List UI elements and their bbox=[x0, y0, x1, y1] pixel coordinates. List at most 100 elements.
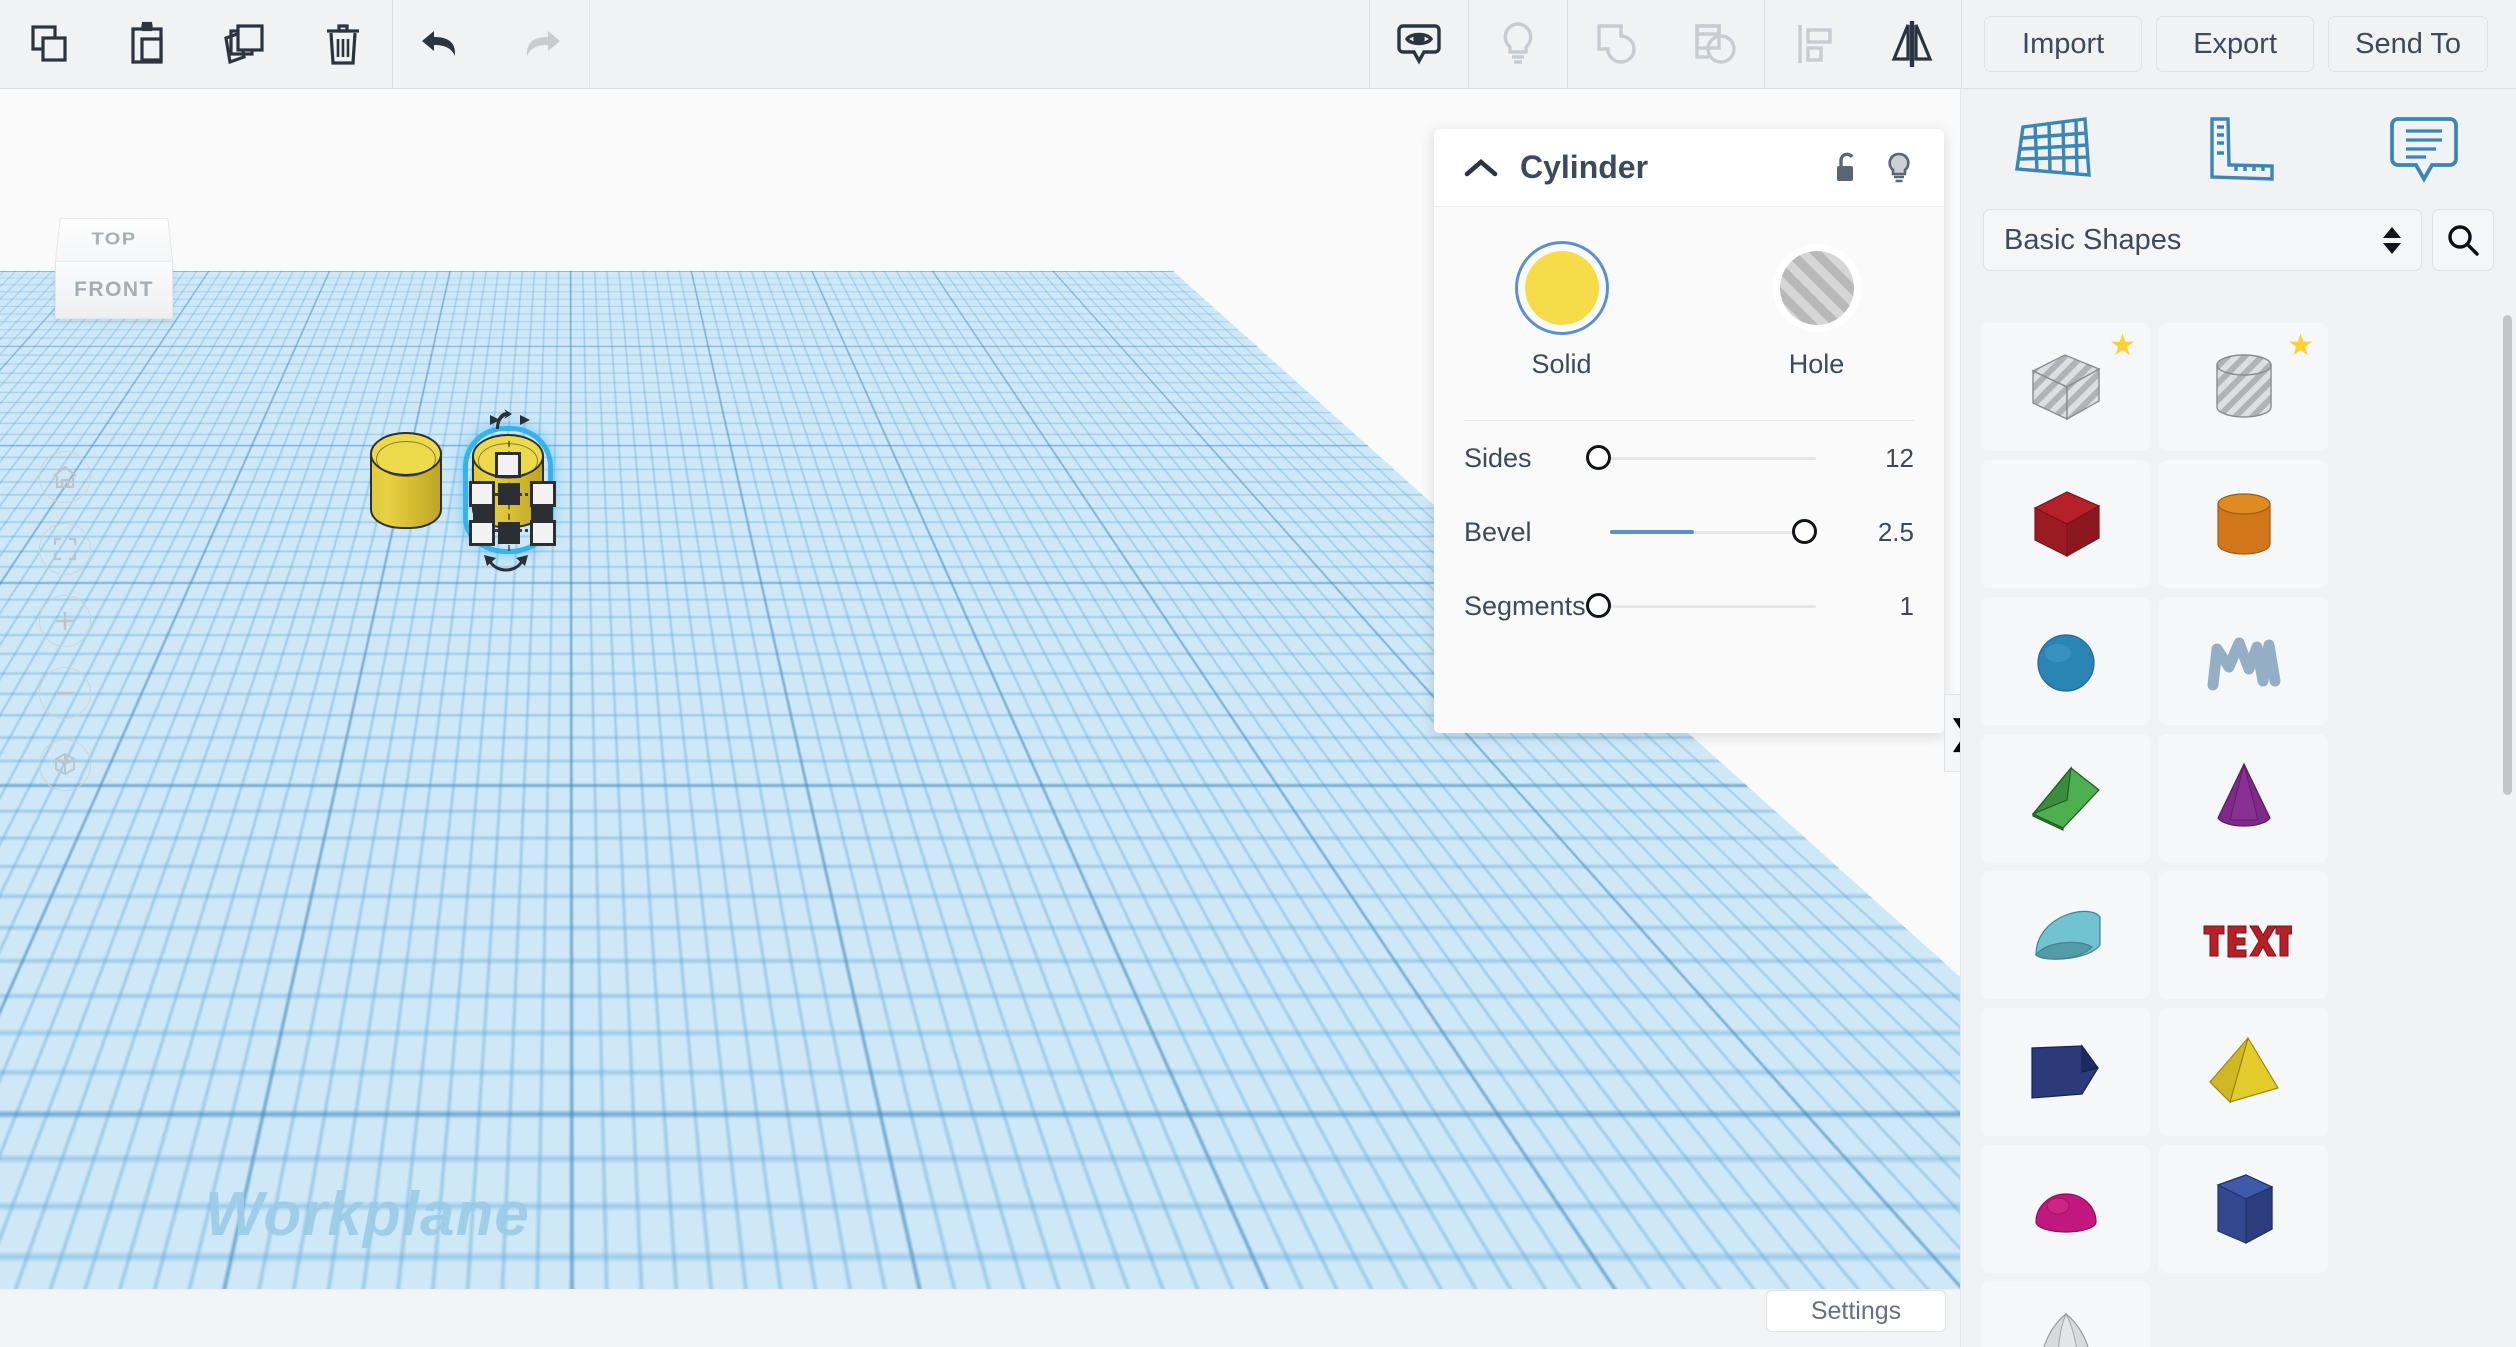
paste-button[interactable] bbox=[98, 0, 196, 88]
top-toolbar: Import Export Send To bbox=[0, 0, 2516, 89]
export-button[interactable]: Export bbox=[2156, 16, 2315, 72]
shape-grid: ★ ★ bbox=[1961, 309, 2516, 1347]
ungroup-icon[interactable] bbox=[1666, 0, 1764, 88]
solid-swatch[interactable] bbox=[1524, 251, 1599, 325]
param-bevel-slider[interactable] bbox=[1586, 519, 1834, 545]
send-to-button[interactable]: Send To bbox=[2328, 16, 2488, 72]
import-button[interactable]: Import bbox=[1984, 16, 2143, 72]
redo-button[interactable] bbox=[491, 0, 589, 88]
note-tool-icon[interactable] bbox=[2331, 113, 2516, 185]
shape-scribble[interactable] bbox=[2159, 597, 2328, 725]
align-icon[interactable] bbox=[1765, 0, 1863, 88]
scale-handle-right[interactable] bbox=[530, 481, 556, 507]
slider-thumb[interactable] bbox=[1586, 445, 1611, 470]
param-segments: Segments 1 bbox=[1434, 569, 1944, 643]
shape-cylinder-hole[interactable]: ★ bbox=[2159, 323, 2328, 451]
shape-paraboloid[interactable] bbox=[1981, 1282, 2150, 1347]
group-icon[interactable] bbox=[1568, 0, 1666, 88]
param-bevel-value: 2.5 bbox=[1877, 516, 1914, 547]
undo-button[interactable] bbox=[393, 0, 491, 88]
param-bevel: Bevel 2.5 bbox=[1434, 495, 1944, 569]
shape-category-value: Basic Shapes bbox=[2004, 223, 2182, 256]
scale-handle-bottom-left[interactable] bbox=[469, 520, 495, 546]
scale-handle-bottom-center[interactable] bbox=[498, 522, 520, 544]
star-icon: ★ bbox=[2287, 329, 2314, 362]
shape-cylinder[interactable] bbox=[2159, 460, 2328, 588]
scale-handle-bottom-right[interactable] bbox=[530, 520, 556, 546]
chevron-updown-icon[interactable] bbox=[2383, 226, 2401, 254]
shape-inspector-panel: Cylinder Solid Hole Sides 12 Bevel 2.5 S… bbox=[1434, 129, 1944, 733]
delete-button[interactable] bbox=[294, 0, 392, 88]
edit-tool-group bbox=[0, 0, 590, 88]
shape-text[interactable] bbox=[2159, 871, 2328, 999]
shape-category-select[interactable]: Basic Shapes bbox=[1983, 209, 2422, 271]
stepper-down-icon bbox=[2383, 242, 2401, 254]
solid-label: Solid bbox=[1531, 349, 1592, 379]
shape-round-roof[interactable] bbox=[1981, 871, 2150, 999]
shape-roof[interactable] bbox=[1981, 734, 2150, 862]
perspective-toggle-button[interactable] bbox=[39, 739, 91, 791]
duplicate-button[interactable] bbox=[196, 0, 294, 88]
slider-track bbox=[1586, 457, 1816, 460]
slider-fill bbox=[1610, 530, 1694, 534]
home-view-button[interactable] bbox=[39, 451, 91, 503]
param-bevel-label: Bevel bbox=[1464, 516, 1532, 547]
slider-thumb[interactable] bbox=[1791, 519, 1817, 544]
sidebar-scrollbar[interactable] bbox=[2503, 315, 2512, 795]
hole-swatch[interactable] bbox=[1779, 251, 1854, 325]
shape-pyramid[interactable] bbox=[2159, 1008, 2328, 1136]
show-hide-icon[interactable] bbox=[1370, 0, 1468, 88]
light-icon[interactable] bbox=[1469, 0, 1567, 88]
view-cube-front[interactable]: FRONT bbox=[55, 261, 173, 319]
param-sides-label: Sides bbox=[1464, 442, 1532, 473]
zoom-in-button[interactable] bbox=[39, 595, 91, 647]
rotate-handle-bottom[interactable] bbox=[478, 553, 534, 584]
mode-swatches: Solid Hole bbox=[1434, 207, 1944, 380]
fit-to-view-button[interactable] bbox=[39, 523, 91, 575]
view-cube-top[interactable]: TOP bbox=[55, 218, 173, 261]
hole-label: Hole bbox=[1788, 349, 1845, 379]
cylinder-1-rim bbox=[376, 441, 436, 477]
solid-option[interactable]: Solid bbox=[1434, 251, 1689, 380]
ruler-tool-icon[interactable] bbox=[2146, 113, 2331, 185]
shapes-sidebar: Basic Shapes ★ ★ bbox=[1960, 89, 2516, 1347]
workplane-tool-icon[interactable] bbox=[1961, 113, 2146, 185]
shape-half-sphere[interactable] bbox=[1981, 1145, 2150, 1273]
param-sides-value: 12 bbox=[1885, 442, 1914, 473]
unlock-icon[interactable] bbox=[1832, 151, 1862, 185]
scale-handle-top[interactable] bbox=[495, 452, 521, 478]
inspector-header: Cylinder bbox=[1434, 129, 1944, 207]
view-cube[interactable]: TOP FRONT bbox=[55, 209, 173, 321]
param-segments-slider[interactable] bbox=[1586, 593, 1834, 619]
param-sides-slider[interactable] bbox=[1586, 445, 1834, 471]
scale-handle-left[interactable] bbox=[469, 481, 495, 507]
shape-cone[interactable] bbox=[2159, 734, 2328, 862]
canvas-ground bbox=[0, 1289, 1960, 1347]
mirror-icon[interactable] bbox=[1863, 0, 1961, 88]
slider-track bbox=[1586, 605, 1816, 608]
rotate-handle-top[interactable] bbox=[484, 409, 536, 442]
shape-hexagonal-prism[interactable] bbox=[2159, 1145, 2328, 1273]
scale-handle-center[interactable] bbox=[498, 483, 520, 505]
sidebar-search-row: Basic Shapes bbox=[1961, 209, 2516, 271]
file-actions: Import Export Send To bbox=[1962, 0, 2516, 88]
settings-button[interactable]: Settings bbox=[1766, 1290, 1946, 1332]
shape-box-hole[interactable]: ★ bbox=[1981, 323, 2150, 451]
shape-polygon-wedge[interactable] bbox=[1981, 1008, 2150, 1136]
tinkercad-app: Import Export Send To Workplane TOP FRON… bbox=[0, 0, 2516, 1347]
zoom-out-button[interactable] bbox=[39, 667, 91, 719]
shape-sphere[interactable] bbox=[1981, 597, 2150, 725]
shape-box[interactable] bbox=[1981, 460, 2150, 588]
hole-option[interactable]: Hole bbox=[1689, 251, 1944, 380]
param-sides: Sides 12 bbox=[1434, 421, 1944, 495]
param-segments-value: 1 bbox=[1899, 590, 1914, 621]
view-nav-buttons bbox=[39, 451, 91, 791]
copy-button[interactable] bbox=[0, 0, 98, 88]
star-icon: ★ bbox=[2109, 329, 2136, 362]
chevron-up-icon[interactable] bbox=[1464, 157, 1498, 179]
cylinder-1[interactable] bbox=[370, 432, 442, 547]
lightbulb-icon[interactable] bbox=[1884, 151, 1914, 185]
search-icon[interactable] bbox=[2432, 209, 2494, 271]
slider-thumb[interactable] bbox=[1586, 593, 1611, 618]
inspector-title: Cylinder bbox=[1520, 149, 1649, 185]
